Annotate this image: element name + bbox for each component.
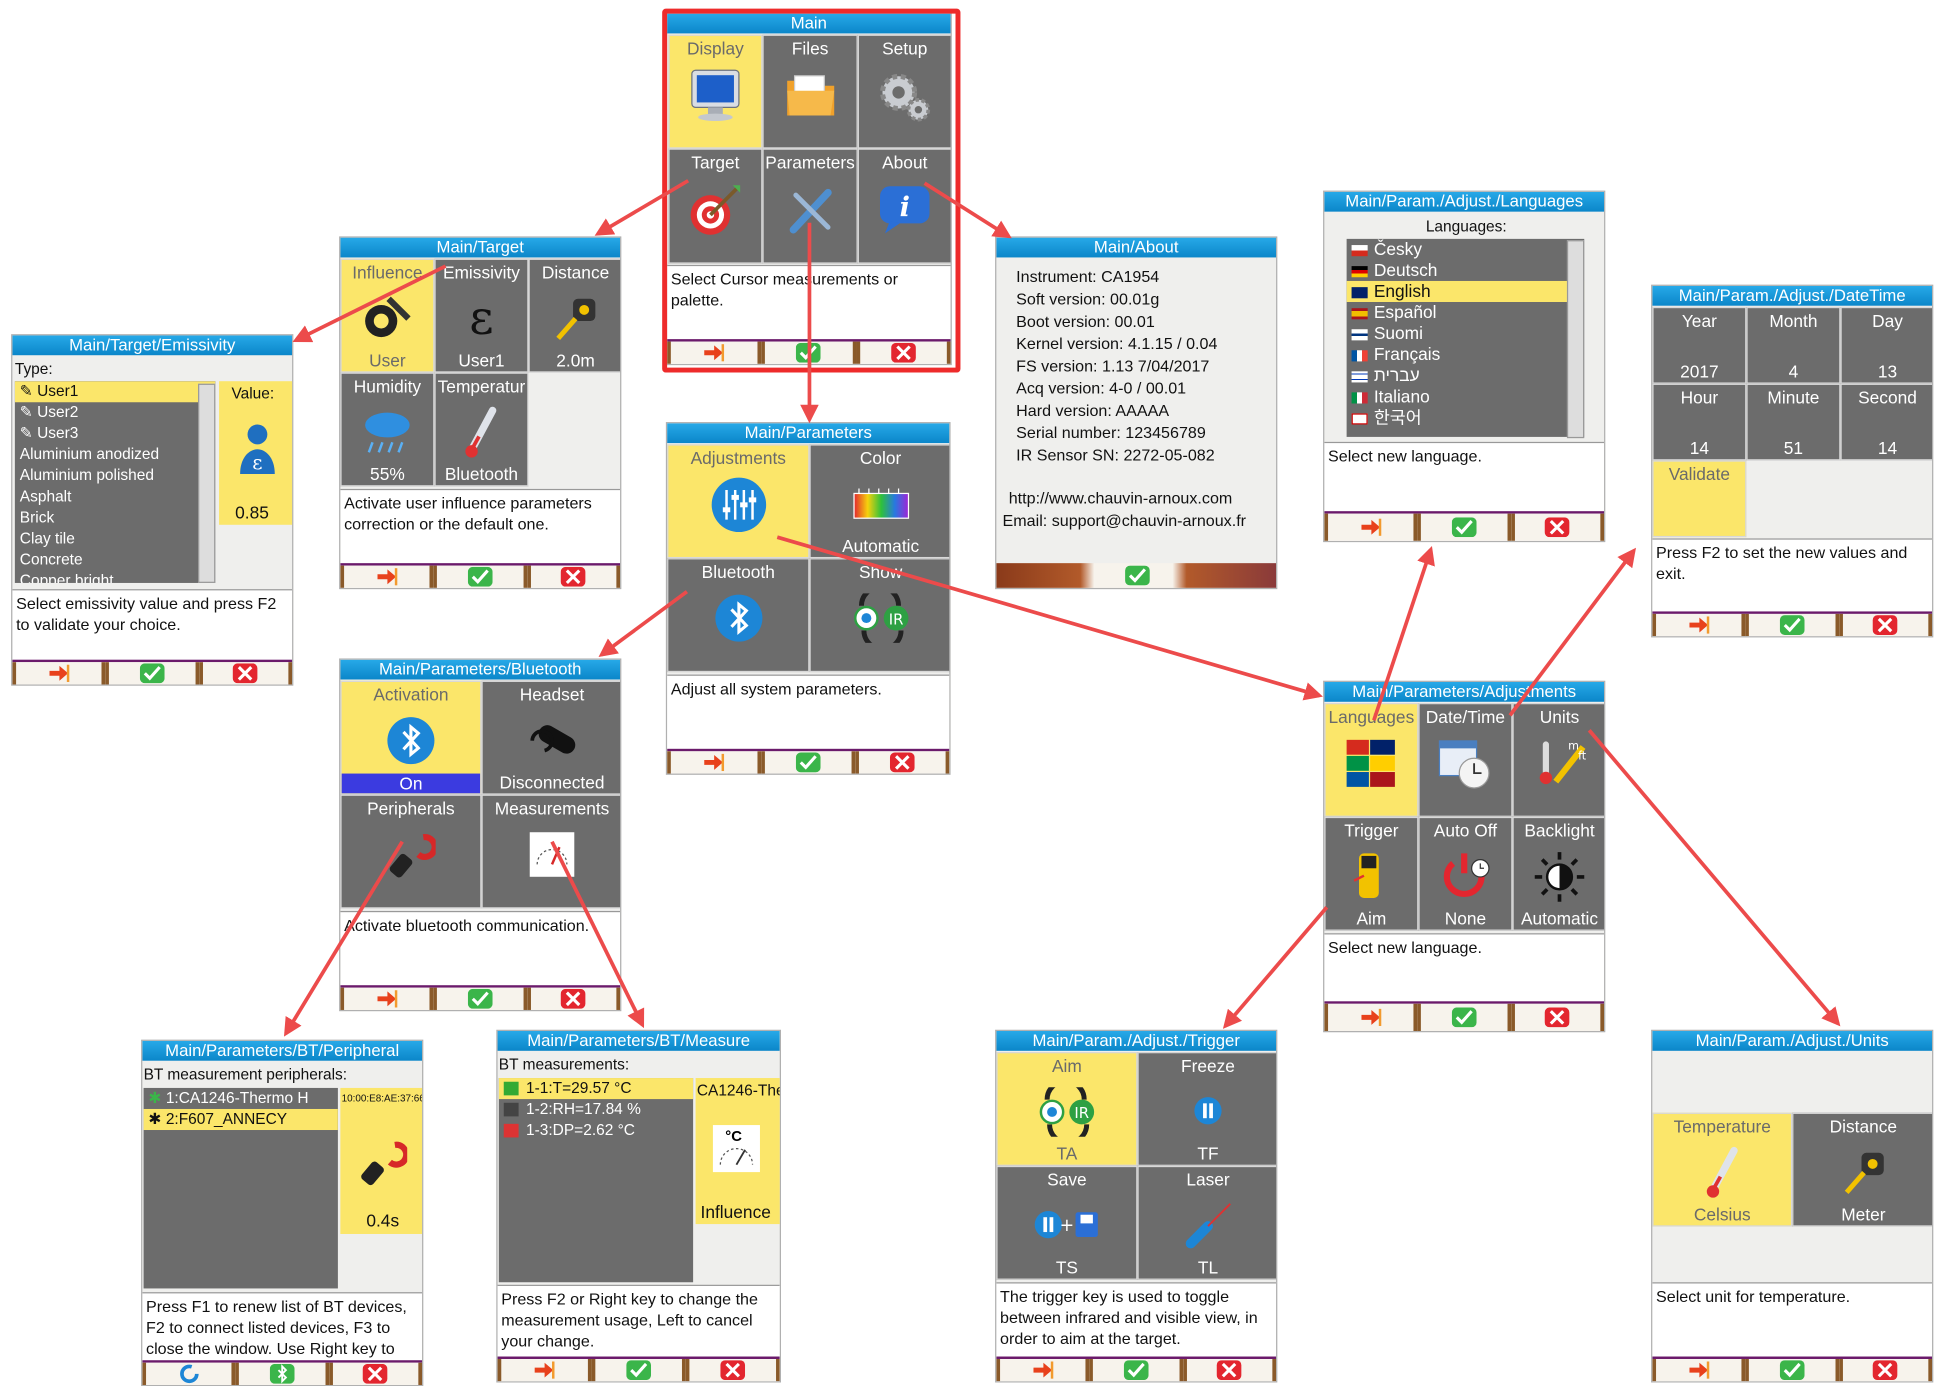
arrow-main-to-about	[923, 181, 1012, 239]
arrow-bluetooth-to-peripheral	[283, 840, 404, 1037]
navigation-arrows	[283, 179, 1841, 1037]
arrow-target-to-emissivity	[292, 264, 447, 343]
arrow-bluetooth-to-measure	[550, 840, 645, 1029]
arrow-adjustments-to-units	[1587, 729, 1841, 1027]
arrow-parameters-to-bluetooth	[598, 590, 689, 657]
arrow-adjustments-to-languages	[1372, 546, 1435, 721]
arrow-adjustments-to-datetime	[1508, 547, 1636, 717]
arrow-adjustments-to-trigger	[1222, 906, 1329, 1029]
arrow-parameters-to-adjustments	[776, 535, 1323, 701]
arrow-main-to-target	[594, 179, 690, 236]
